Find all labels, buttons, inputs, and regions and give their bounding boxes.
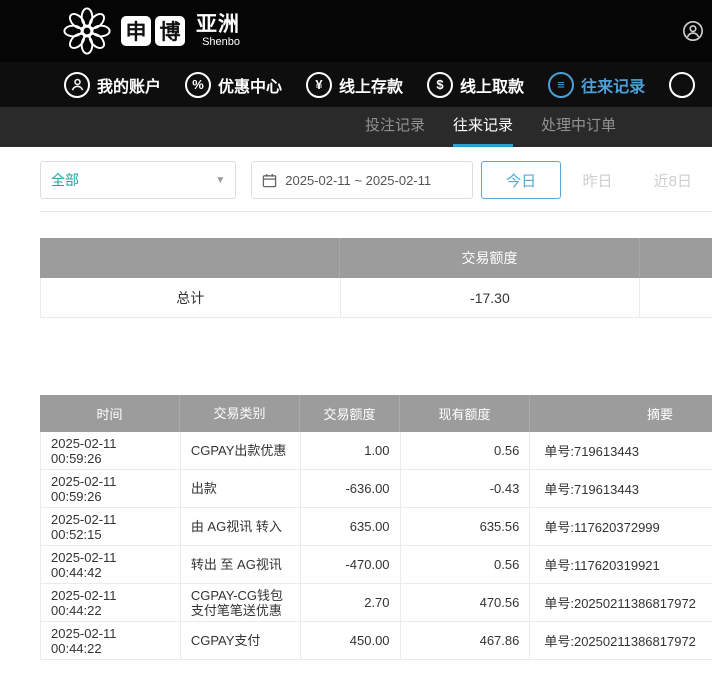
tab-processing-orders[interactable]: 处理中订单 bbox=[541, 107, 616, 147]
records-icon: ≡ bbox=[548, 72, 574, 98]
type-dropdown-value: 全部 bbox=[51, 170, 79, 190]
logo-subtitle: Shenbo bbox=[202, 36, 240, 48]
summary-total-label: 总计 bbox=[41, 278, 341, 318]
records-tab-bar: 投注记录 往来记录 处理中订单 bbox=[0, 107, 712, 147]
cell-summary: 单号:719613443 bbox=[530, 432, 712, 470]
user-icon bbox=[64, 72, 90, 98]
nav-label: 优惠中心 bbox=[218, 73, 282, 97]
nav-label: 线上取款 bbox=[460, 73, 524, 97]
user-circle-icon bbox=[682, 20, 704, 42]
cell-time: 2025-02-11 00:44:42 bbox=[41, 546, 181, 584]
section-divider bbox=[40, 211, 712, 212]
cell-summary: 单号:20250211386817972 bbox=[530, 584, 712, 622]
nav-label: 我的账户 bbox=[97, 73, 161, 97]
transactions-section: 时间 交易类别 交易额度 现有额度 摘要 2025-02-11 00:59:26… bbox=[40, 395, 712, 660]
date-range-picker[interactable]: 2025-02-11 ~ 2025-02-11 bbox=[251, 161, 473, 199]
logo-characters: 申 博 bbox=[121, 16, 185, 46]
filter-bar: 全部 ▼ 2025-02-11 ~ 2025-02-11 今日 昨日 近8日 bbox=[40, 161, 712, 199]
nav-item-my-account[interactable]: 我的账户 bbox=[64, 72, 161, 98]
table-header-row: 时间 交易类别 交易额度 现有额度 摘要 bbox=[40, 395, 712, 432]
cell-amount: 2.70 bbox=[301, 584, 401, 622]
cell-balance: 635.56 bbox=[401, 508, 531, 546]
cell-balance: -0.43 bbox=[401, 470, 531, 508]
cell-summary: 单号:117620372999 bbox=[530, 508, 712, 546]
yesterday-button[interactable]: 昨日 bbox=[561, 161, 633, 199]
cell-amount: -636.00 bbox=[301, 470, 401, 508]
transactions-table: 时间 交易类别 交易额度 现有额度 摘要 2025-02-11 00:59:26… bbox=[40, 395, 712, 660]
table-row: 2025-02-11 00:44:22 CGPAY支付 450.00 467.8… bbox=[40, 622, 712, 660]
summary-total-row: 总计 -17.30 bbox=[40, 278, 712, 318]
cell-balance: 467.86 bbox=[401, 622, 531, 660]
date-range-value: 2025-02-11 ~ 2025-02-11 bbox=[285, 173, 431, 188]
cell-summary: 单号:20250211386817972 bbox=[530, 622, 712, 660]
nav-item-withdraw[interactable]: $ 线上取款 bbox=[427, 72, 524, 98]
cell-time: 2025-02-11 00:44:22 bbox=[41, 622, 181, 660]
table-row: 2025-02-11 00:44:42 转出 至 AG视讯 -470.00 0.… bbox=[40, 546, 712, 584]
site-logo[interactable]: 申 博 亚洲 Shenbo bbox=[62, 6, 240, 56]
cell-amount: 1.00 bbox=[301, 432, 401, 470]
cell-type: CGPAY-CG钱包支付笔笔送优惠 bbox=[181, 584, 301, 622]
tab-transaction-records[interactable]: 往来记录 bbox=[453, 107, 513, 147]
header-type: 交易类别 bbox=[180, 395, 300, 432]
header-summary: 摘要 bbox=[530, 395, 712, 432]
nav-item-partial[interactable] bbox=[669, 72, 695, 98]
cell-time: 2025-02-11 00:59:26 bbox=[41, 432, 181, 470]
summary-empty-cell bbox=[640, 278, 712, 318]
logo-char-bo: 博 bbox=[155, 16, 185, 46]
nav-label: 线上存款 bbox=[339, 73, 403, 97]
summary-header-spacer bbox=[640, 238, 712, 278]
today-button[interactable]: 今日 bbox=[481, 161, 561, 199]
deposit-icon: ¥ bbox=[306, 72, 332, 98]
calendar-icon bbox=[262, 173, 277, 188]
cell-type: 出款 bbox=[181, 470, 301, 508]
summary-header-amount: 交易额度 bbox=[340, 238, 640, 278]
nav-item-promotions[interactable]: % 优惠中心 bbox=[185, 72, 282, 98]
header-time: 时间 bbox=[40, 395, 180, 432]
summary-header-row: 交易额度 bbox=[40, 238, 712, 278]
cell-balance: 0.56 bbox=[401, 432, 531, 470]
cell-time: 2025-02-11 00:59:26 bbox=[41, 470, 181, 508]
cell-type: 转出 至 AG视讯 bbox=[181, 546, 301, 584]
cell-summary: 单号:117620319921 bbox=[530, 546, 712, 584]
cell-type: CGPAY出款优惠 bbox=[181, 432, 301, 470]
table-row: 2025-02-11 00:52:15 由 AG视讯 转入 635.00 635… bbox=[40, 508, 712, 546]
type-dropdown[interactable]: 全部 ▼ bbox=[40, 161, 236, 199]
header-amount: 交易额度 bbox=[300, 395, 400, 432]
flower-logo-icon bbox=[62, 6, 112, 56]
nav-item-records[interactable]: ≡ 往来记录 bbox=[548, 72, 645, 98]
cell-summary: 单号:719613443 bbox=[530, 470, 712, 508]
tab-betting-records[interactable]: 投注记录 bbox=[365, 107, 425, 147]
cell-type: CGPAY支付 bbox=[181, 622, 301, 660]
logo-region-text: 亚洲 bbox=[196, 14, 240, 36]
top-header: 申 博 亚洲 Shenbo bbox=[0, 0, 712, 62]
summary-total-value: -17.30 bbox=[341, 278, 641, 318]
cell-amount: 635.00 bbox=[301, 508, 401, 546]
last-8-days-button[interactable]: 近8日 bbox=[634, 161, 712, 199]
table-row: 2025-02-11 00:44:22 CGPAY-CG钱包支付笔笔送优惠 2.… bbox=[40, 584, 712, 622]
header-balance: 现有额度 bbox=[400, 395, 530, 432]
cell-type: 由 AG视讯 转入 bbox=[181, 508, 301, 546]
logo-region-block: 亚洲 Shenbo bbox=[196, 14, 240, 48]
nav-label: 往来记录 bbox=[581, 73, 645, 97]
promo-icon: % bbox=[185, 72, 211, 98]
summary-header-spacer bbox=[40, 238, 340, 278]
withdraw-icon: $ bbox=[427, 72, 453, 98]
cell-amount: 450.00 bbox=[301, 622, 401, 660]
logo-char-shen: 申 bbox=[121, 16, 151, 46]
cell-time: 2025-02-11 00:52:15 bbox=[41, 508, 181, 546]
table-row: 2025-02-11 00:59:26 出款 -636.00 -0.43 单号:… bbox=[40, 470, 712, 508]
summary-section: 交易额度 总计 -17.30 bbox=[40, 238, 712, 318]
cell-amount: -470.00 bbox=[301, 546, 401, 584]
main-navigation: 我的账户 % 优惠中心 ¥ 线上存款 $ 线上取款 ≡ 往来记录 bbox=[0, 62, 712, 107]
chevron-down-icon: ▼ bbox=[215, 175, 225, 186]
nav-item-deposit[interactable]: ¥ 线上存款 bbox=[306, 72, 403, 98]
table-row: 2025-02-11 00:59:26 CGPAY出款优惠 1.00 0.56 … bbox=[40, 432, 712, 470]
partial-icon bbox=[669, 72, 695, 98]
summary-table: 交易额度 总计 -17.30 bbox=[40, 238, 712, 318]
account-button[interactable] bbox=[682, 20, 704, 47]
cell-balance: 0.56 bbox=[401, 546, 531, 584]
cell-balance: 470.56 bbox=[401, 584, 531, 622]
cell-time: 2025-02-11 00:44:22 bbox=[41, 584, 181, 622]
